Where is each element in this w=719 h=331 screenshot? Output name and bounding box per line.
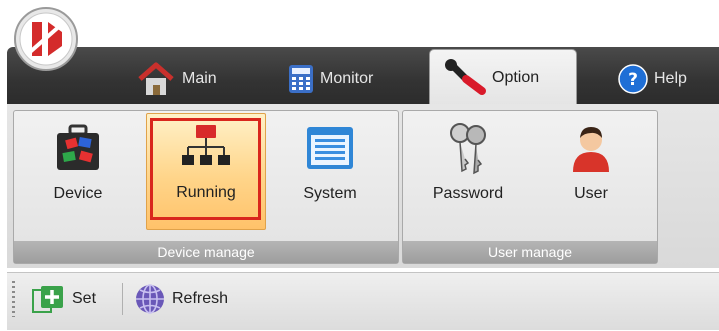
calculator-icon — [289, 65, 313, 93]
user-button-label: User — [574, 185, 608, 202]
globe-icon — [136, 284, 164, 314]
device-button-label: Device — [53, 185, 103, 202]
password-button[interactable]: Password — [418, 115, 518, 228]
user-button[interactable]: User — [548, 115, 634, 228]
tab-help-label: Help — [654, 70, 687, 87]
house-icon — [138, 62, 174, 95]
tab-monitor-label: Monitor — [320, 70, 374, 87]
set-button[interactable]: Set — [30, 284, 96, 314]
refresh-button[interactable]: Refresh — [134, 284, 228, 314]
tab-option[interactable]: Option — [429, 49, 577, 106]
tab-monitor[interactable]: Monitor — [288, 54, 408, 104]
system-button[interactable]: System — [284, 115, 376, 228]
help-icon: ? — [618, 64, 648, 94]
add-icon — [32, 286, 63, 313]
keys-icon — [450, 123, 486, 175]
set-button-label: Set — [72, 290, 97, 307]
wrench-icon — [445, 59, 486, 95]
device-case-icon — [57, 124, 99, 170]
svg-text:?: ? — [628, 70, 638, 90]
app-logo[interactable] — [12, 6, 80, 72]
system-button-label: System — [303, 185, 357, 202]
running-button[interactable]: Running — [146, 113, 266, 230]
group-user-manage-label: User manage — [403, 241, 657, 263]
app-logo-icon — [14, 7, 78, 71]
tab-option-label: Option — [492, 69, 540, 86]
group-device-manage-label: Device manage — [14, 241, 398, 263]
toolbar-divider — [122, 283, 123, 315]
password-button-label: Password — [432, 185, 504, 202]
device-button[interactable]: Device — [32, 115, 124, 228]
user-icon — [573, 127, 609, 172]
tab-main-label: Main — [182, 70, 217, 87]
refresh-button-label: Refresh — [172, 290, 229, 307]
network-tree-icon — [182, 125, 230, 165]
tab-main[interactable]: Main — [136, 54, 246, 104]
toolbar-grip[interactable] — [12, 281, 15, 317]
running-button-label: Running — [176, 184, 236, 201]
tab-help[interactable]: ? Help — [618, 54, 719, 104]
toolbar — [7, 272, 719, 330]
window-list-icon — [307, 127, 353, 169]
